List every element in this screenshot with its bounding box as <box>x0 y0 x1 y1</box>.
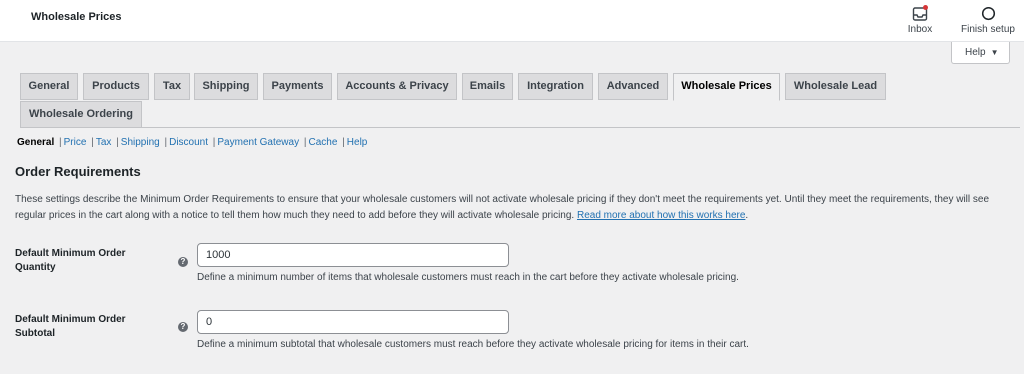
inbox-button[interactable]: Inbox <box>902 4 938 35</box>
notification-dot <box>923 5 928 10</box>
tab-tax[interactable]: Tax <box>154 73 190 100</box>
subnav-general[interactable]: General <box>17 137 54 148</box>
subnav-cache[interactable]: Cache <box>309 137 338 148</box>
subnav-help[interactable]: Help <box>347 137 368 148</box>
progress-ring-icon <box>956 4 1020 22</box>
help-label: Help <box>965 47 986 58</box>
sub-navigation: General | Price | Tax | Shipping | Discount … <box>17 137 368 148</box>
tab-wholesale-lead[interactable]: Wholesale Lead <box>785 73 886 100</box>
inbox-label: Inbox <box>907 24 933 35</box>
min-quantity-input[interactable] <box>197 243 509 267</box>
tab-general[interactable]: General <box>20 73 78 100</box>
subnav-price[interactable]: Price <box>64 137 87 148</box>
read-more-link[interactable]: Read more about how this works here <box>577 210 745 221</box>
help-tip-icon[interactable]: ? <box>178 257 188 267</box>
description-text: These settings describe the Minimum Orde… <box>15 194 990 221</box>
settings-tabs: General Products Tax Shipping Payments A… <box>20 73 1020 128</box>
caret-down-icon: ▼ <box>990 48 999 57</box>
tab-emails[interactable]: Emails <box>462 73 513 100</box>
section-title: Order Requirements <box>15 164 141 179</box>
min-quantity-description: Define a minimum number of items that wh… <box>197 272 739 283</box>
subnav-discount[interactable]: Discount <box>169 137 208 148</box>
tab-shipping[interactable]: Shipping <box>194 73 258 100</box>
subnav-shipping[interactable]: Shipping <box>121 137 160 148</box>
section-description: These settings describe the Minimum Orde… <box>15 194 990 221</box>
tab-payments[interactable]: Payments <box>263 73 332 100</box>
help-button[interactable]: Help ▼ <box>951 42 1010 64</box>
tab-accounts-privacy[interactable]: Accounts & Privacy <box>337 73 457 100</box>
tab-wholesale-ordering[interactable]: Wholesale Ordering <box>20 101 142 128</box>
min-quantity-label: Default Minimum Order Quantity <box>15 248 126 273</box>
min-subtotal-description: Define a minimum subtotal that wholesale… <box>197 339 749 350</box>
tab-products[interactable]: Products <box>83 73 149 100</box>
tab-advanced[interactable]: Advanced <box>598 73 668 100</box>
finish-setup-button[interactable]: Finish setup <box>956 4 1020 35</box>
page-title: Wholesale Prices <box>31 11 122 23</box>
inbox-icon <box>902 4 938 22</box>
min-subtotal-label: Default Minimum Order Subtotal <box>15 314 126 339</box>
tab-wholesale-prices[interactable]: Wholesale Prices <box>673 73 780 101</box>
finish-setup-label: Finish setup <box>961 24 1015 35</box>
min-subtotal-input[interactable] <box>197 310 509 334</box>
top-bar: Wholesale Prices Inbox Finish setup <box>0 0 1024 42</box>
tab-integration[interactable]: Integration <box>518 73 593 100</box>
help-tip-icon[interactable]: ? <box>178 322 188 332</box>
subnav-payment-gateway[interactable]: Payment Gateway <box>217 137 299 148</box>
subnav-tax[interactable]: Tax <box>96 137 112 148</box>
